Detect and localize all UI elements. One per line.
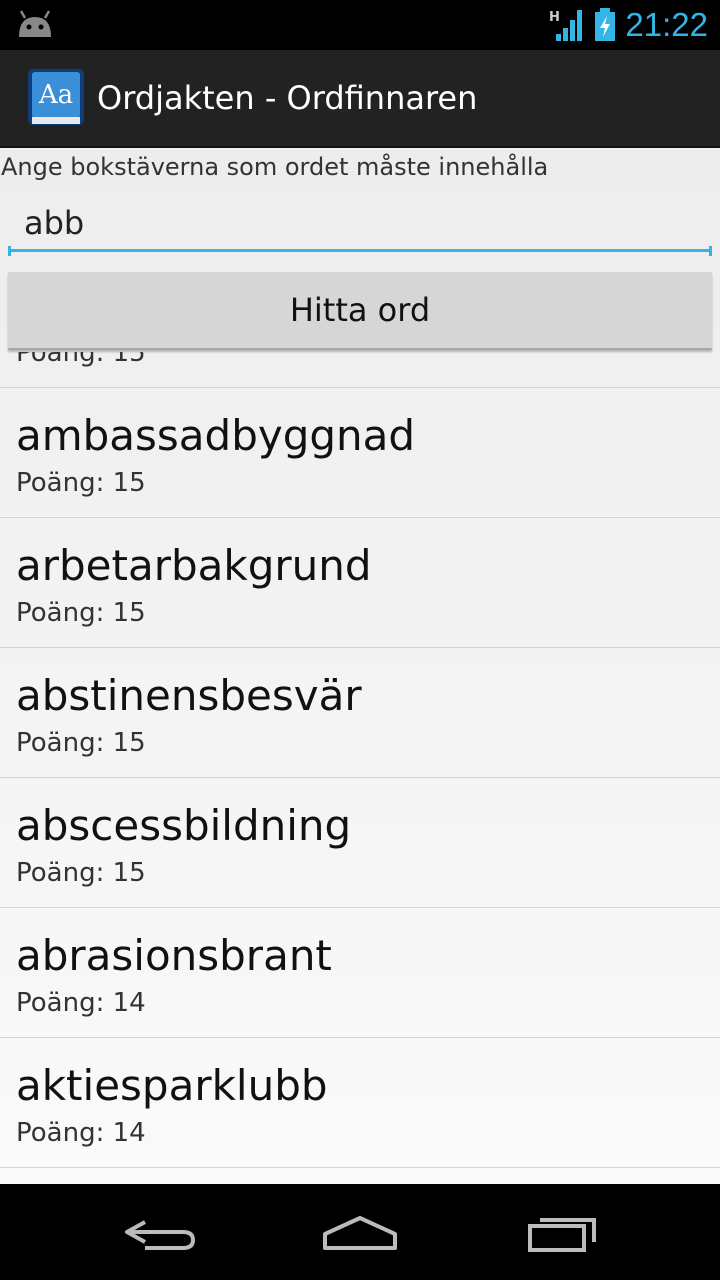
home-icon[interactable]: [305, 1204, 415, 1260]
letters-input[interactable]: [8, 196, 712, 252]
list-item[interactable]: arbetarbakgrund Poäng: 15: [0, 518, 720, 648]
result-score: Poäng: 15: [16, 858, 146, 888]
status-bar: H 21:22: [0, 0, 720, 50]
result-score: Poäng: 15: [16, 352, 146, 368]
result-word: aktiesparklubb: [16, 1061, 328, 1110]
list-item[interactable]: abrasionsbrant Poäng: 14: [0, 908, 720, 1038]
instruction-label: Ange bokstäverna som ordet måste innehål…: [1, 153, 549, 181]
result-score: Poäng: 14: [16, 988, 146, 1018]
back-icon[interactable]: [105, 1204, 215, 1260]
result-score: Poäng: 15: [16, 728, 146, 758]
android-icon: [19, 10, 51, 37]
list-item[interactable]: Poäng: 15: [0, 352, 720, 388]
list-item[interactable]: abstinensbesvär Poäng: 15: [0, 648, 720, 778]
result-score: Poäng: 15: [16, 468, 146, 498]
results-list[interactable]: Poäng: 15 ambassadbyggnad Poäng: 15 arbe…: [0, 352, 720, 1184]
result-word: abstinensbesvär: [16, 671, 362, 720]
recents-icon[interactable]: [506, 1204, 616, 1260]
battery-charging-icon: [595, 8, 615, 41]
list-item[interactable]: abscessbildning Poäng: 15: [0, 778, 720, 908]
navigation-bar: [0, 1184, 720, 1280]
list-item[interactable]: aktiesparklubb Poäng: 14: [0, 1038, 720, 1168]
result-word: abscessbildning: [16, 801, 352, 850]
app-title: Ordjakten - Ordfinnaren: [97, 79, 478, 117]
app-icon[interactable]: Aa: [26, 67, 86, 129]
status-clock: 21:22: [625, 6, 708, 43]
result-word: ambassadbyggnad: [16, 411, 416, 460]
result-score: Poäng: 14: [16, 1118, 146, 1148]
list-item[interactable]: ambassadbyggnad Poäng: 15: [0, 388, 720, 518]
result-score: Poäng: 15: [16, 598, 146, 628]
result-word: arbetarbakgrund: [16, 541, 372, 590]
app-icon-label: Aa: [38, 80, 73, 110]
action-bar: Aa Ordjakten - Ordfinnaren: [0, 50, 720, 148]
find-words-button[interactable]: Hitta ord: [8, 272, 712, 350]
network-type: H: [549, 10, 560, 25]
main-content: Ange bokstäverna som ordet måste innehål…: [0, 148, 720, 1184]
signal-icon: H: [549, 10, 582, 41]
result-word: abrasionsbrant: [16, 931, 332, 980]
